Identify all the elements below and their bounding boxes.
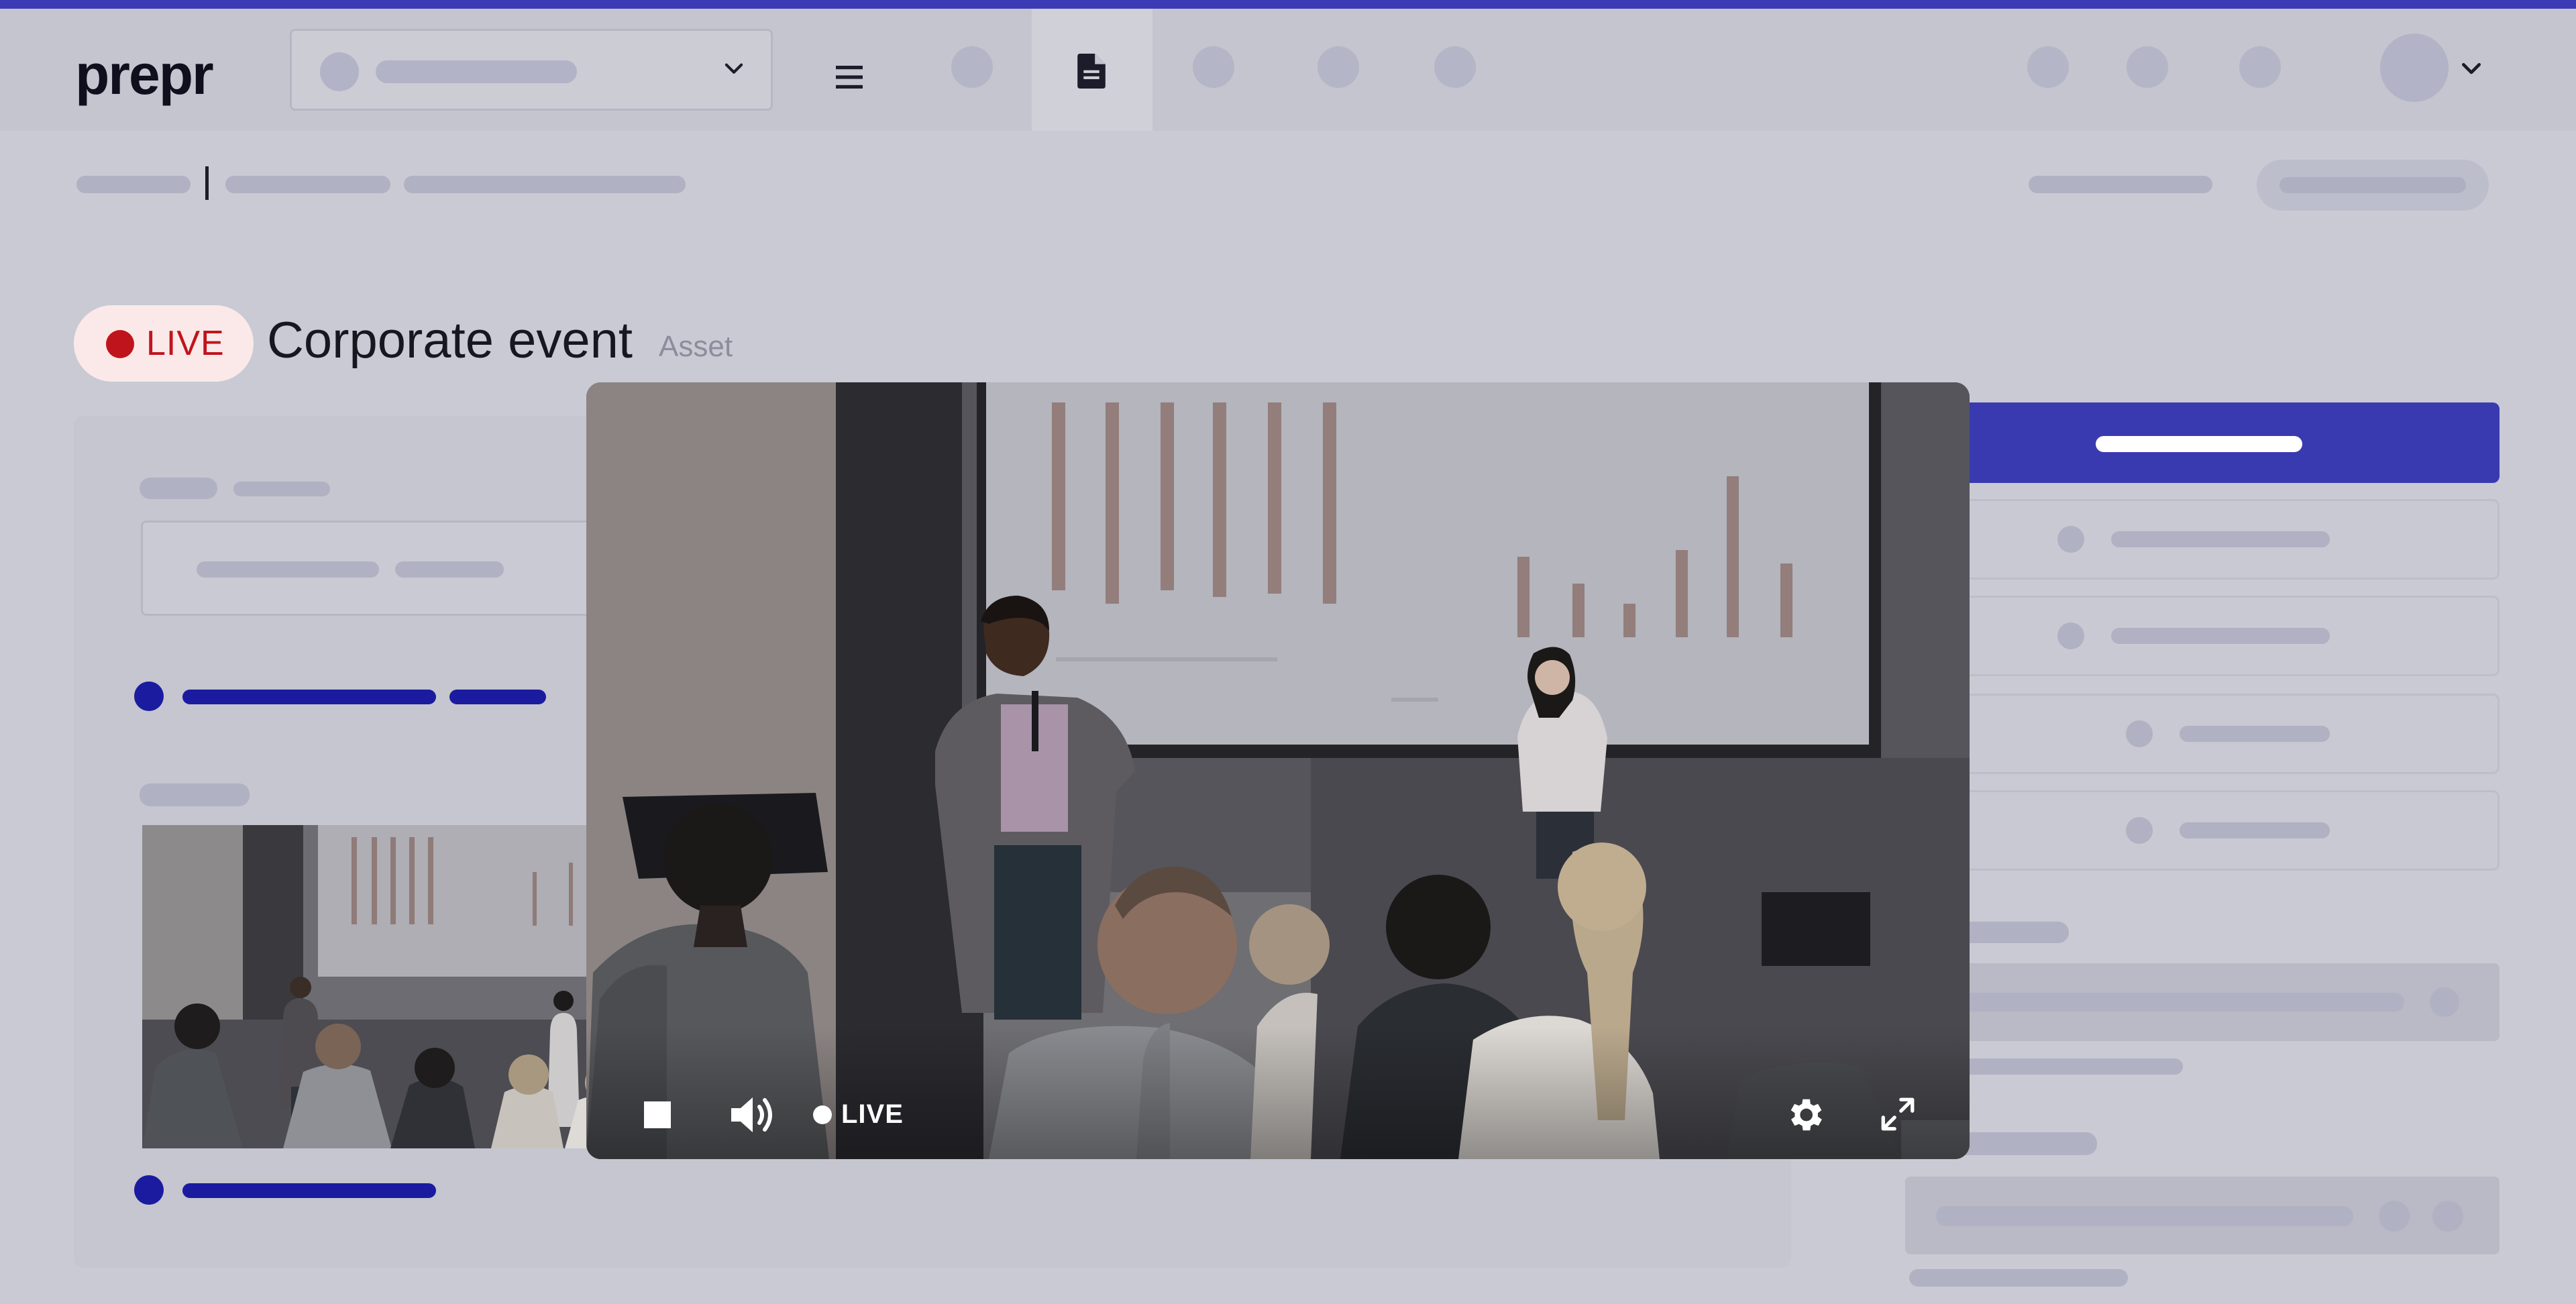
- field-icon-placeholder: [2430, 987, 2459, 1017]
- nav-icon-placeholder[interactable]: [1318, 46, 1359, 88]
- option-label-placeholder: [2111, 628, 2330, 644]
- chevron-down-icon[interactable]: [2458, 56, 2485, 83]
- link-placeholder[interactable]: [449, 690, 546, 704]
- field-label-placeholder: [140, 783, 250, 806]
- sidebar-option[interactable]: [1902, 790, 2500, 871]
- top-navigation-bar: prepr: [0, 9, 2576, 131]
- live-indicator-dot: [106, 330, 134, 358]
- link-placeholder[interactable]: [182, 690, 436, 704]
- live-status-badge: LIVE: [74, 305, 254, 382]
- thumbnail-image: [142, 825, 625, 1148]
- header-action-placeholder[interactable]: [2127, 46, 2168, 88]
- live-badge-label: LIVE: [146, 324, 225, 363]
- page-subtitle: Asset: [659, 330, 733, 363]
- header-action-placeholder[interactable]: [2027, 46, 2069, 88]
- field-icon-placeholder: [2379, 1201, 2410, 1232]
- status-text-placeholder: [2029, 176, 2212, 193]
- nav-icon-placeholder[interactable]: [951, 46, 993, 88]
- stop-icon[interactable]: [641, 1099, 674, 1131]
- sidebar-option[interactable]: [1902, 694, 2500, 774]
- page-title: Corporate event: [267, 312, 633, 369]
- primary-action-button[interactable]: [1902, 402, 2500, 483]
- fullscreen-icon[interactable]: [1878, 1095, 1917, 1134]
- sidebar-field[interactable]: [1905, 1177, 2500, 1254]
- nav-icon-placeholder[interactable]: [1193, 46, 1234, 88]
- button-label-placeholder: [2279, 177, 2466, 193]
- field-value-placeholder: [395, 561, 504, 578]
- sidebar-option[interactable]: [1902, 596, 2500, 676]
- option-label-placeholder: [2111, 531, 2330, 547]
- live-indicator-dot: [813, 1105, 832, 1124]
- menu-icon[interactable]: [836, 66, 863, 89]
- breadcrumb-divider: [205, 166, 209, 200]
- link-bullet: [134, 1175, 164, 1205]
- player-live-label: LIVE: [841, 1099, 904, 1129]
- video-frame: [586, 382, 1970, 1159]
- volume-icon[interactable]: [729, 1093, 777, 1136]
- link-placeholder[interactable]: [182, 1183, 436, 1198]
- field-icon-placeholder: [2432, 1201, 2463, 1232]
- option-label-placeholder: [2180, 822, 2330, 838]
- field-label-placeholder: [140, 478, 217, 499]
- document-icon: [1077, 54, 1106, 89]
- environment-name-placeholder: [376, 60, 577, 83]
- field-hint-placeholder: [233, 482, 330, 496]
- top-accent-bar: [0, 0, 2576, 9]
- option-icon-placeholder: [2126, 817, 2153, 844]
- field-hint-placeholder: [1909, 1269, 2128, 1287]
- asset-thumbnail[interactable]: [142, 825, 625, 1148]
- settings-gear-icon[interactable]: [1783, 1093, 1826, 1136]
- live-video-player[interactable]: LIVE: [586, 382, 1970, 1159]
- sidebar-option[interactable]: [1902, 499, 2500, 580]
- header-action-placeholder[interactable]: [2239, 46, 2281, 88]
- option-label-placeholder: [2180, 726, 2330, 742]
- environment-avatar: [320, 52, 359, 91]
- breadcrumb-placeholder[interactable]: [404, 176, 686, 193]
- option-icon-placeholder: [2057, 622, 2084, 649]
- field-value-placeholder: [1935, 993, 2404, 1012]
- sidebar-field[interactable]: [1905, 963, 2500, 1041]
- chevron-down-icon: [724, 63, 743, 74]
- prepr-logo[interactable]: prepr: [75, 42, 214, 107]
- breadcrumb-placeholder[interactable]: [225, 176, 390, 193]
- field-value-placeholder: [197, 561, 379, 578]
- button-label-placeholder: [2096, 436, 2302, 452]
- user-avatar[interactable]: [2380, 34, 2449, 102]
- nav-tab-content-active[interactable]: [1032, 9, 1152, 131]
- field-value-placeholder: [1936, 1206, 2353, 1226]
- breadcrumb-placeholder[interactable]: [76, 176, 191, 193]
- option-icon-placeholder: [2057, 526, 2084, 553]
- header-action-button[interactable]: [2257, 160, 2489, 211]
- option-icon-placeholder: [2126, 720, 2153, 747]
- nav-icon-placeholder[interactable]: [1434, 46, 1476, 88]
- link-bullet: [134, 682, 164, 711]
- environment-selector[interactable]: [290, 29, 773, 111]
